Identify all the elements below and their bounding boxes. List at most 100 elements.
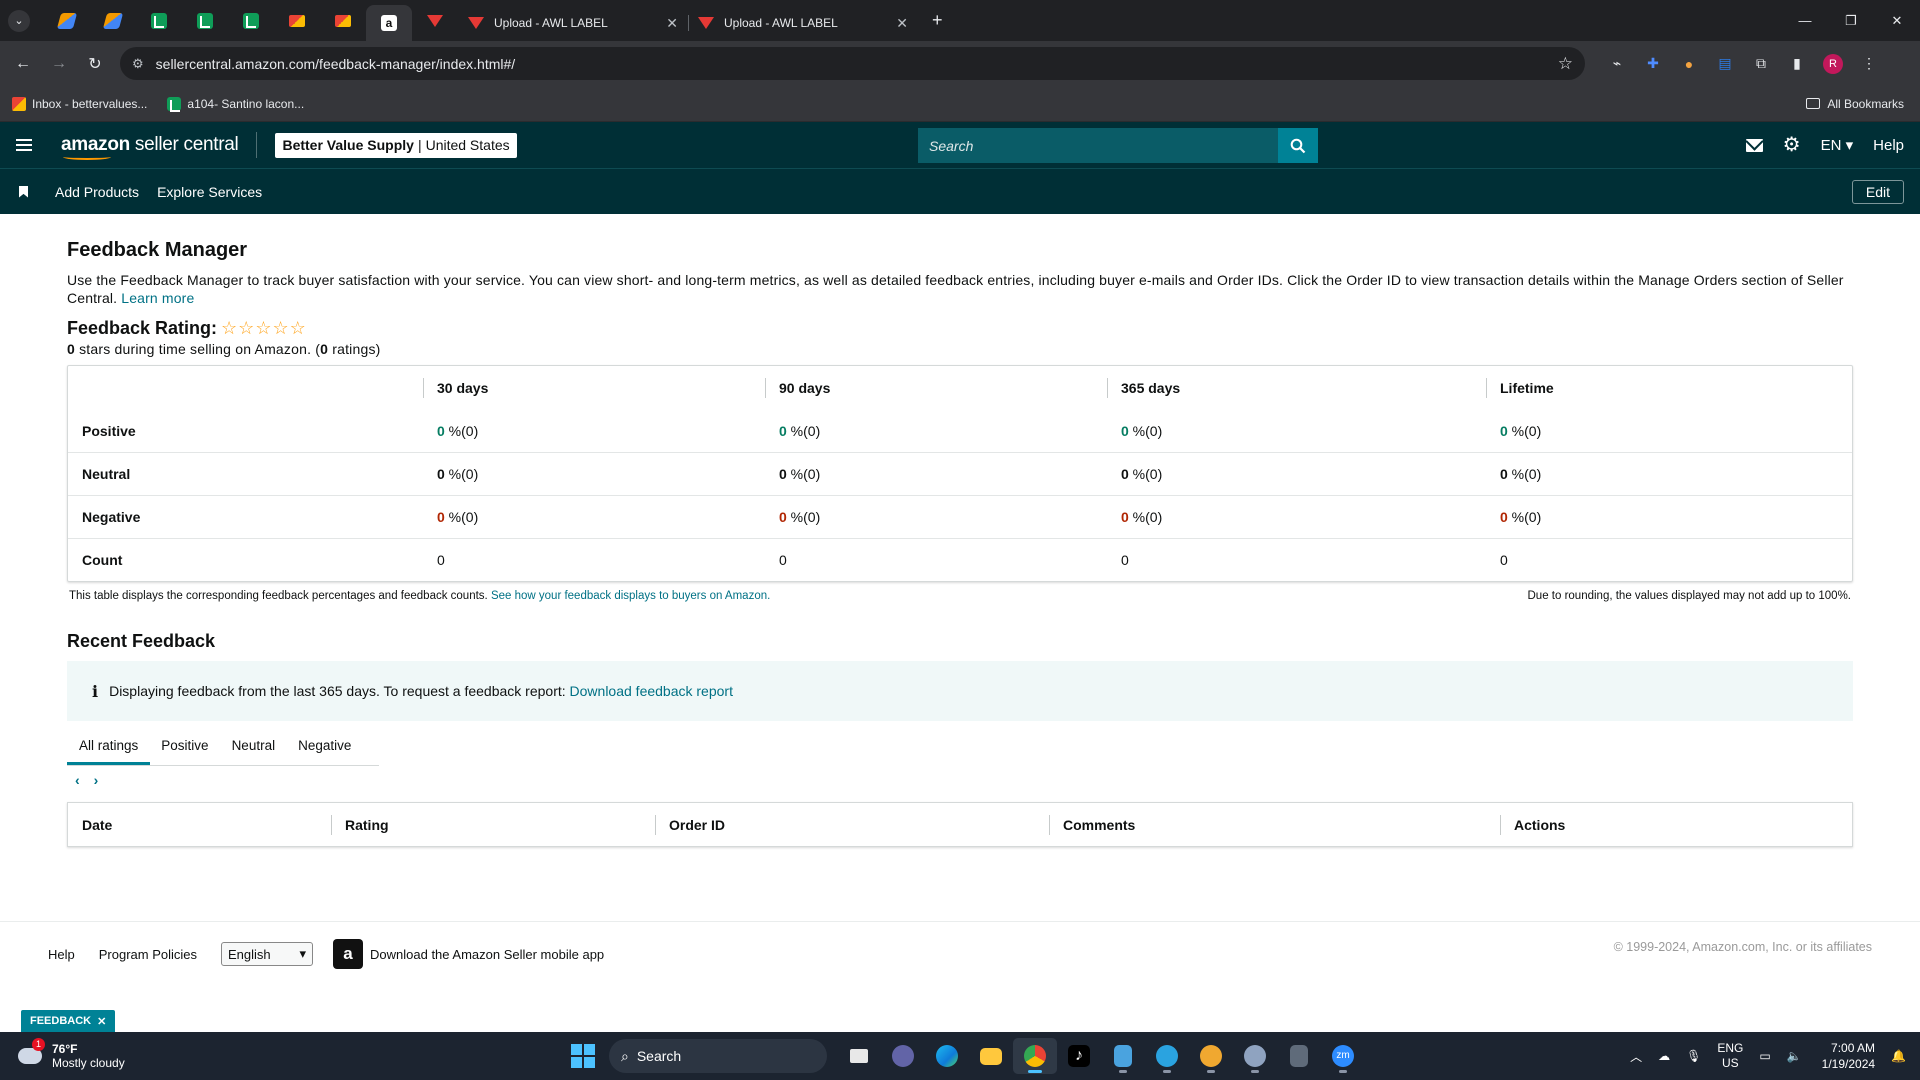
- zoom-icon[interactable]: zm: [1321, 1038, 1365, 1074]
- pinned-tab-pen[interactable]: [44, 4, 90, 38]
- calculator-icon[interactable]: [1277, 1038, 1321, 1074]
- extension-icon[interactable]: ●: [1671, 56, 1707, 72]
- browser-tab[interactable]: Upload - AWL LABEL ✕: [458, 6, 688, 40]
- url-text[interactable]: sellercentral.amazon.com/feedback-manage…: [156, 56, 1558, 72]
- tab-all-ratings[interactable]: All ratings: [67, 738, 151, 765]
- cloud-offline-icon[interactable]: ☁: [1658, 1049, 1670, 1063]
- extension-icon[interactable]: ✚: [1635, 55, 1671, 72]
- bookmark-icon[interactable]: [19, 185, 28, 198]
- gear-icon[interactable]: ⚙: [1783, 135, 1801, 155]
- extension-icon[interactable]: ▤: [1707, 55, 1743, 72]
- table-cell: 0 %(0): [765, 466, 1107, 482]
- restore-button[interactable]: ❐: [1828, 13, 1874, 29]
- profile-avatar[interactable]: R: [1815, 53, 1851, 74]
- bookmark-inbox[interactable]: Inbox - bettervalues...: [12, 96, 147, 111]
- mobile-app-link[interactable]: a Download the Amazon Seller mobile app: [333, 939, 604, 969]
- pinned-tab-sheets[interactable]: [136, 4, 182, 38]
- temperature: 76°F: [52, 1042, 78, 1056]
- download-report-link[interactable]: Download feedback report: [570, 683, 733, 699]
- windows-start-icon[interactable]: [571, 1044, 595, 1068]
- edit-button[interactable]: Edit: [1851, 179, 1904, 204]
- weather-widget[interactable]: 1 76°F Mostly cloudy: [18, 1038, 125, 1070]
- extension-icon[interactable]: ⌁: [1599, 55, 1635, 72]
- pinned-tab-gmail[interactable]: [274, 4, 320, 38]
- file-explorer-icon[interactable]: [969, 1038, 1013, 1074]
- hamburger-menu-icon[interactable]: [16, 136, 32, 154]
- taskbar-search[interactable]: ⌕ Search: [609, 1039, 827, 1073]
- tab-neutral[interactable]: Neutral: [221, 738, 288, 765]
- store-switcher[interactable]: Better Value Supply | United States: [275, 132, 517, 158]
- program-policies-link[interactable]: Program Policies: [99, 947, 197, 962]
- running-indicator: [1163, 1070, 1171, 1073]
- network-icon[interactable]: ▭: [1759, 1049, 1770, 1063]
- pinned-tab-sheets[interactable]: [228, 4, 274, 38]
- search-button[interactable]: [1278, 128, 1318, 163]
- close-icon[interactable]: ✕: [97, 1015, 106, 1028]
- chevron-up-icon[interactable]: ︿: [1630, 1048, 1642, 1065]
- bookmark-star-icon[interactable]: ☆: [1558, 54, 1573, 74]
- chevron-left-icon[interactable]: ‹: [75, 772, 80, 788]
- notification-bell-icon[interactable]: 🔔: [1891, 1049, 1906, 1063]
- input-language[interactable]: ENG US: [1717, 1041, 1743, 1071]
- star-rating: ☆ ☆ ☆ ☆ ☆: [221, 318, 307, 339]
- microphone-icon[interactable]: 🎙: [1686, 1049, 1701, 1063]
- address-bar[interactable]: ⚙ sellercentral.amazon.com/feedback-mana…: [120, 47, 1585, 80]
- column-header[interactable]: Order ID: [655, 814, 1049, 835]
- notepad-icon[interactable]: [1101, 1038, 1145, 1074]
- column-header[interactable]: Rating: [331, 814, 655, 835]
- game-icon[interactable]: [1189, 1038, 1233, 1074]
- extensions-puzzle-icon[interactable]: ⧉: [1743, 55, 1779, 72]
- column-header[interactable]: Date: [68, 817, 331, 833]
- language-select[interactable]: English ▾: [221, 942, 314, 966]
- chrome-icon[interactable]: [1013, 1038, 1057, 1074]
- site-info-icon[interactable]: ⚙: [132, 56, 144, 72]
- language-selector[interactable]: EN ▾: [1821, 136, 1854, 154]
- help-link[interactable]: Help: [1873, 137, 1904, 154]
- running-indicator: [1207, 1070, 1215, 1073]
- seller-central-header: amazon seller central Better Value Suppl…: [0, 122, 1920, 169]
- telegram-icon[interactable]: [1145, 1038, 1189, 1074]
- close-icon[interactable]: ✕: [896, 15, 908, 32]
- forward-button[interactable]: →: [46, 55, 72, 73]
- search-input[interactable]: [918, 128, 1278, 163]
- pinned-tab-amazon[interactable]: a: [366, 5, 412, 41]
- table-cell: 0 %(0): [765, 509, 1107, 525]
- reload-button[interactable]: ↻: [82, 54, 108, 74]
- pinned-tab-pen[interactable]: [90, 4, 136, 38]
- browser-menu-icon[interactable]: ⋮: [1851, 55, 1887, 72]
- tab-search-button[interactable]: ⌄: [8, 9, 30, 32]
- task-view-icon[interactable]: [837, 1038, 881, 1074]
- mail-icon[interactable]: [1745, 138, 1763, 152]
- close-icon[interactable]: ✕: [666, 15, 678, 32]
- store-separator: |: [417, 137, 422, 153]
- chevron-right-icon[interactable]: ›: [94, 772, 99, 788]
- pinned-tab-sheets[interactable]: [182, 4, 228, 38]
- tab-positive[interactable]: Positive: [150, 738, 220, 765]
- feedback-button[interactable]: FEEDBACK ✕: [21, 1010, 116, 1032]
- nav-explore-services[interactable]: Explore Services: [157, 184, 262, 200]
- learn-more-link[interactable]: Learn more: [121, 290, 194, 306]
- pinned-tab-awl[interactable]: [412, 4, 458, 38]
- footer-help-link[interactable]: Help: [48, 947, 75, 962]
- pinned-tab-gmail[interactable]: [320, 4, 366, 38]
- new-tab-button[interactable]: +: [932, 10, 943, 31]
- back-button[interactable]: ←: [10, 55, 36, 73]
- stars-text: stars during time selling on Amazon. (: [75, 341, 321, 357]
- tiktok-icon[interactable]: ♪: [1057, 1038, 1101, 1074]
- side-panel-icon[interactable]: ▮: [1779, 55, 1815, 72]
- seller-central-logo[interactable]: amazon seller central: [61, 134, 239, 160]
- browser-tab[interactable]: Upload - AWL LABEL ✕: [688, 6, 918, 40]
- nav-add-products[interactable]: Add Products: [55, 184, 139, 200]
- all-bookmarks-button[interactable]: All Bookmarks: [1806, 97, 1904, 111]
- close-window-button[interactable]: ✕: [1874, 13, 1920, 29]
- tab-negative[interactable]: Negative: [287, 738, 363, 765]
- volume-icon[interactable]: 🔈: [1787, 1049, 1802, 1063]
- teams-icon[interactable]: [881, 1038, 925, 1074]
- settings-icon[interactable]: [1233, 1038, 1277, 1074]
- feedback-display-link[interactable]: See how your feedback displays to buyers…: [491, 590, 770, 602]
- minimize-button[interactable]: —: [1782, 13, 1828, 29]
- bookmark-sheet[interactable]: a104- Santino lacon...: [167, 96, 304, 112]
- table-cell: 0: [765, 552, 1107, 568]
- clock[interactable]: 7:00 AM 1/19/2024: [1822, 1040, 1875, 1072]
- edge-icon[interactable]: [925, 1038, 969, 1074]
